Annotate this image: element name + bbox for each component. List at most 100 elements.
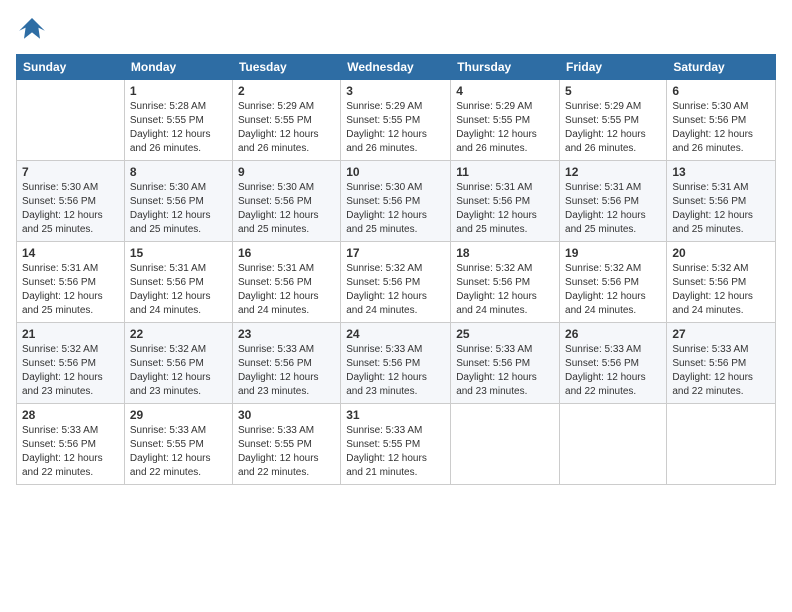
cell-info: Sunrise: 5:31 AM Sunset: 5:56 PM Dayligh…: [456, 181, 554, 237]
calendar-cell: [451, 404, 560, 485]
logo-bird-icon: [16, 16, 48, 44]
calendar-cell: 19 Sunrise: 5:32 AM Sunset: 5:56 PM Dayli…: [560, 242, 667, 323]
day-number: 6: [672, 84, 770, 98]
day-number: 11: [456, 165, 554, 179]
calendar-cell: 27Sunrise: 5:33 AM Sunset: 5:56 PM Dayli…: [667, 323, 776, 404]
calendar-cell: 16 Sunrise: 5:31 AM Sunset: 5:56 PM Dayli…: [232, 242, 340, 323]
cell-info: Sunrise: 5:30 AM Sunset: 5:56 PM Dayligh…: [672, 100, 770, 156]
cell-info: Sunrise: 5:32 AM Sunset: 5:56 PM Dayligh…: [672, 262, 770, 318]
col-header-tuesday: Tuesday: [232, 55, 340, 80]
cell-info: Sunrise: 5:31 AM Sunset: 5:56 PM Dayligh…: [238, 262, 335, 318]
day-number: 5: [565, 84, 661, 98]
day-number: 4: [456, 84, 554, 98]
day-number: 12: [565, 165, 661, 179]
calendar-cell: 18 Sunrise: 5:32 AM Sunset: 5:56 PM Dayli…: [451, 242, 560, 323]
cell-info: Sunrise: 5:32 AM Sunset: 5:56 PM Dayligh…: [456, 262, 554, 318]
calendar-cell: 5 Sunrise: 5:29 AM Sunset: 5:55 PM Daylig…: [560, 80, 667, 161]
cell-info: Sunrise: 5:32 AM Sunset: 5:56 PM Dayligh…: [130, 343, 227, 399]
day-number: 9: [238, 165, 335, 179]
cell-info: Sunrise: 5:33 AM Sunset: 5:55 PM Dayligh…: [238, 424, 335, 480]
calendar-cell: 6 Sunrise: 5:30 AM Sunset: 5:56 PM Daylig…: [667, 80, 776, 161]
cell-info: Sunrise: 5:30 AM Sunset: 5:56 PM Dayligh…: [22, 181, 119, 237]
col-header-thursday: Thursday: [451, 55, 560, 80]
calendar-cell: 25 Sunrise: 5:33 AM Sunset: 5:56 PM Dayli…: [451, 323, 560, 404]
day-number: 28: [22, 408, 119, 422]
cell-info: Sunrise: 5:33 AM Sunset: 5:55 PM Dayligh…: [130, 424, 227, 480]
day-number: 13: [672, 165, 770, 179]
logo: [16, 16, 52, 44]
calendar-cell: 15Sunrise: 5:31 AM Sunset: 5:56 PM Dayli…: [124, 242, 232, 323]
cell-info: Sunrise: 5:29 AM Sunset: 5:55 PM Dayligh…: [456, 100, 554, 156]
calendar-cell: 2 Sunrise: 5:29 AM Sunset: 5:55 PM Daylig…: [232, 80, 340, 161]
day-number: 7: [22, 165, 119, 179]
cell-info: Sunrise: 5:29 AM Sunset: 5:55 PM Dayligh…: [238, 100, 335, 156]
calendar-cell: 31 Sunrise: 5:33 AM Sunset: 5:55 PM Dayli…: [341, 404, 451, 485]
cell-info: Sunrise: 5:31 AM Sunset: 5:56 PM Dayligh…: [565, 181, 661, 237]
cell-info: Sunrise: 5:31 AM Sunset: 5:56 PM Dayligh…: [672, 181, 770, 237]
cell-info: Sunrise: 5:33 AM Sunset: 5:56 PM Dayligh…: [565, 343, 661, 399]
day-number: 24: [346, 327, 445, 341]
calendar-cell: [560, 404, 667, 485]
calendar-cell: 10 Sunrise: 5:30 AM Sunset: 5:56 PM Dayli…: [341, 161, 451, 242]
day-number: 26: [565, 327, 661, 341]
col-header-sunday: Sunday: [17, 55, 125, 80]
col-header-monday: Monday: [124, 55, 232, 80]
cell-info: Sunrise: 5:33 AM Sunset: 5:55 PM Dayligh…: [346, 424, 445, 480]
calendar-cell: [17, 80, 125, 161]
calendar-cell: 20 Sunrise: 5:32 AM Sunset: 5:56 PM Dayli…: [667, 242, 776, 323]
day-number: 31: [346, 408, 445, 422]
day-number: 10: [346, 165, 445, 179]
calendar-cell: 30 Sunrise: 5:33 AM Sunset: 5:55 PM Dayli…: [232, 404, 340, 485]
calendar-table: SundayMondayTuesdayWednesdayThursdayFrid…: [16, 54, 776, 485]
day-number: 30: [238, 408, 335, 422]
calendar-cell: 28Sunrise: 5:33 AM Sunset: 5:56 PM Dayli…: [17, 404, 125, 485]
cell-info: Sunrise: 5:33 AM Sunset: 5:56 PM Dayligh…: [672, 343, 770, 399]
cell-info: Sunrise: 5:30 AM Sunset: 5:56 PM Dayligh…: [346, 181, 445, 237]
calendar-cell: 26 Sunrise: 5:33 AM Sunset: 5:56 PM Dayli…: [560, 323, 667, 404]
week-row-3: 14 Sunrise: 5:31 AM Sunset: 5:56 PM Dayli…: [17, 242, 776, 323]
calendar-cell: 21Sunrise: 5:32 AM Sunset: 5:56 PM Dayli…: [17, 323, 125, 404]
calendar-cell: 1Sunrise: 5:28 AM Sunset: 5:55 PM Daylig…: [124, 80, 232, 161]
day-number: 16: [238, 246, 335, 260]
day-number: 23: [238, 327, 335, 341]
calendar-cell: 7 Sunrise: 5:30 AM Sunset: 5:56 PM Daylig…: [17, 161, 125, 242]
calendar-cell: 3Sunrise: 5:29 AM Sunset: 5:55 PM Daylig…: [341, 80, 451, 161]
cell-info: Sunrise: 5:33 AM Sunset: 5:56 PM Dayligh…: [238, 343, 335, 399]
week-row-4: 21Sunrise: 5:32 AM Sunset: 5:56 PM Dayli…: [17, 323, 776, 404]
cell-info: Sunrise: 5:29 AM Sunset: 5:55 PM Dayligh…: [565, 100, 661, 156]
calendar-cell: 12 Sunrise: 5:31 AM Sunset: 5:56 PM Dayli…: [560, 161, 667, 242]
col-header-saturday: Saturday: [667, 55, 776, 80]
cell-info: Sunrise: 5:32 AM Sunset: 5:56 PM Dayligh…: [565, 262, 661, 318]
calendar-cell: 9 Sunrise: 5:30 AM Sunset: 5:56 PM Daylig…: [232, 161, 340, 242]
cell-info: Sunrise: 5:33 AM Sunset: 5:56 PM Dayligh…: [456, 343, 554, 399]
cell-info: Sunrise: 5:33 AM Sunset: 5:56 PM Dayligh…: [346, 343, 445, 399]
cell-info: Sunrise: 5:32 AM Sunset: 5:56 PM Dayligh…: [346, 262, 445, 318]
calendar-cell: 14Sunrise: 5:31 AM Sunset: 5:56 PM Dayli…: [17, 242, 125, 323]
col-header-wednesday: Wednesday: [341, 55, 451, 80]
day-number: 8: [130, 165, 227, 179]
day-number: 20: [672, 246, 770, 260]
week-row-5: 28Sunrise: 5:33 AM Sunset: 5:56 PM Dayli…: [17, 404, 776, 485]
page-header: [16, 16, 776, 44]
calendar-cell: 8 Sunrise: 5:30 AM Sunset: 5:56 PM Daylig…: [124, 161, 232, 242]
day-number: 22: [130, 327, 227, 341]
calendar-cell: [667, 404, 776, 485]
calendar-cell: 23 Sunrise: 5:33 AM Sunset: 5:56 PM Dayli…: [232, 323, 340, 404]
calendar-cell: 24 Sunrise: 5:33 AM Sunset: 5:56 PM Dayli…: [341, 323, 451, 404]
col-header-friday: Friday: [560, 55, 667, 80]
calendar-cell: 11 Sunrise: 5:31 AM Sunset: 5:56 PM Dayli…: [451, 161, 560, 242]
header-row: SundayMondayTuesdayWednesdayThursdayFrid…: [17, 55, 776, 80]
day-number: 18: [456, 246, 554, 260]
cell-info: Sunrise: 5:30 AM Sunset: 5:56 PM Dayligh…: [238, 181, 335, 237]
calendar-cell: 17 Sunrise: 5:32 AM Sunset: 5:56 PM Dayli…: [341, 242, 451, 323]
day-number: 2: [238, 84, 335, 98]
cell-info: Sunrise: 5:30 AM Sunset: 5:56 PM Dayligh…: [130, 181, 227, 237]
calendar-cell: 4 Sunrise: 5:29 AM Sunset: 5:55 PM Daylig…: [451, 80, 560, 161]
day-number: 25: [456, 327, 554, 341]
day-number: 14: [22, 246, 119, 260]
day-number: 19: [565, 246, 661, 260]
cell-info: Sunrise: 5:31 AM Sunset: 5:56 PM Dayligh…: [130, 262, 227, 318]
cell-info: Sunrise: 5:28 AM Sunset: 5:55 PM Dayligh…: [130, 100, 227, 156]
day-number: 17: [346, 246, 445, 260]
day-number: 29: [130, 408, 227, 422]
